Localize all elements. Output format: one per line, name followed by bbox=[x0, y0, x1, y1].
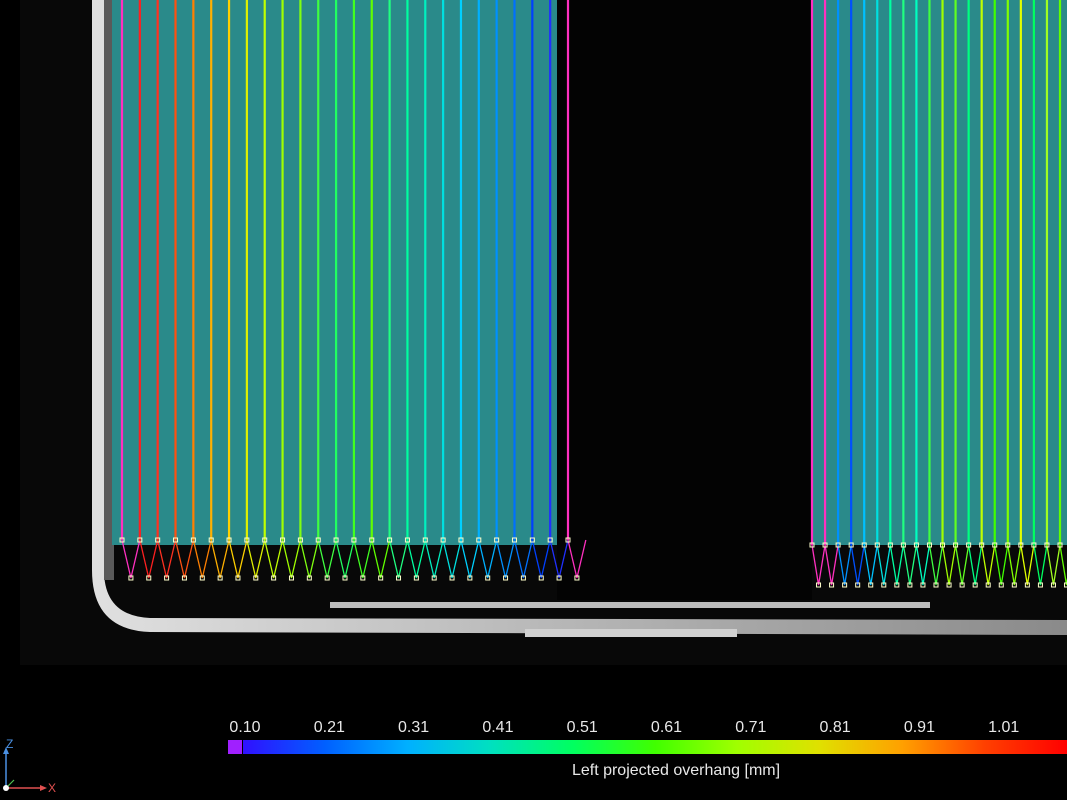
scale-min-swatch bbox=[228, 740, 242, 754]
bottom-weld bbox=[525, 629, 737, 637]
central-gap bbox=[557, 0, 812, 600]
scale-tick-label: 0.81 bbox=[819, 719, 851, 736]
color-bar bbox=[243, 740, 1067, 754]
x-axis-label: X bbox=[48, 781, 56, 795]
scale-tick-label: 0.10 bbox=[229, 719, 261, 736]
ct-image-viewport[interactable] bbox=[0, 0, 1067, 700]
left-electrode-stack bbox=[112, 0, 557, 545]
scale-tick-label: 0.31 bbox=[398, 719, 430, 736]
axis-origin bbox=[3, 785, 9, 791]
x-axis-arrow bbox=[40, 785, 47, 791]
scale-title: Left projected overhang [mm] bbox=[571, 762, 781, 779]
scale-tick-label: 0.71 bbox=[735, 719, 767, 736]
scale-tick-label: 0.61 bbox=[650, 719, 683, 736]
scale-tick-label: 0.21 bbox=[313, 719, 345, 736]
color-scale-legend: 0.10 0.21 0.31 0.41 0.51 0.61 0.71 0.81 0.91 1.01… bbox=[0, 700, 1067, 800]
scale-tick-label: 0.41 bbox=[482, 719, 514, 736]
scale-tick-label: 1.01 bbox=[988, 719, 1020, 736]
bottom-plate bbox=[330, 602, 930, 608]
scale-tick-label: 0.51 bbox=[566, 719, 598, 736]
ct-cross-section bbox=[20, 0, 1067, 665]
z-axis-label: Z bbox=[6, 737, 13, 751]
scale-tick-label: 0.91 bbox=[903, 719, 935, 736]
axis-orientation-triad: Z X bbox=[3, 737, 56, 795]
